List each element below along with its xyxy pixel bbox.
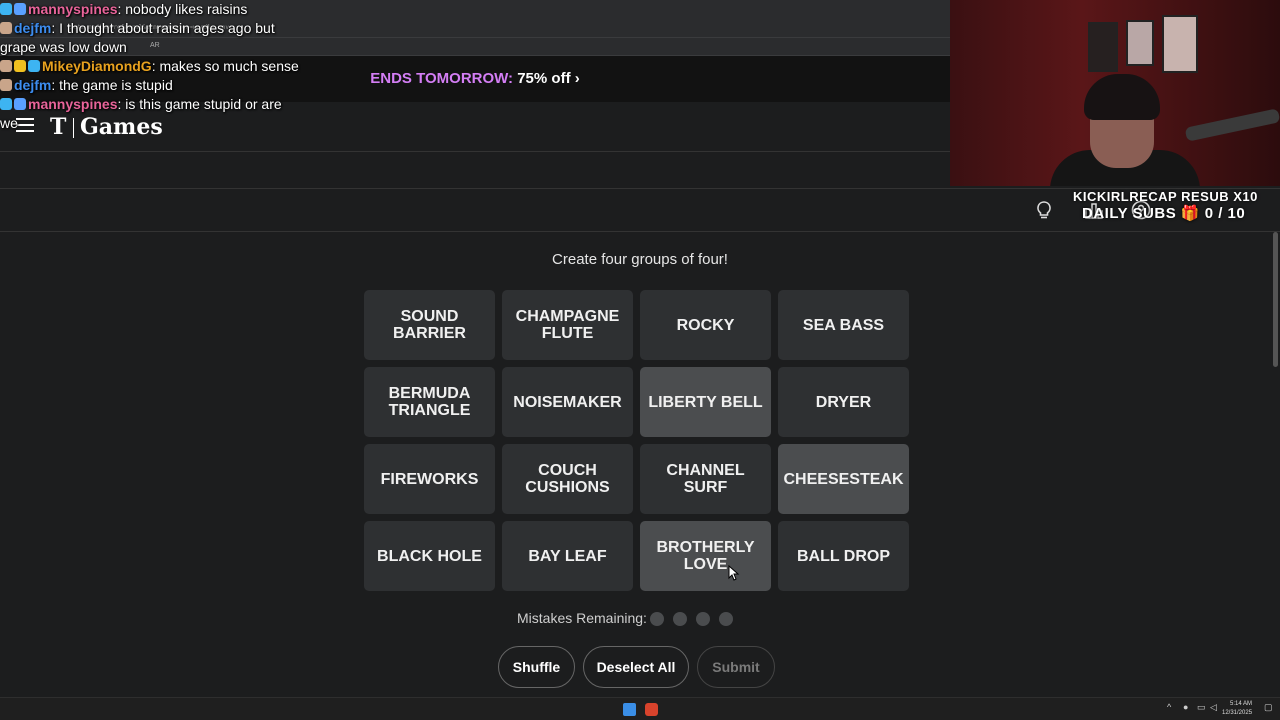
submit-button[interactable]: Submit	[697, 646, 775, 688]
chat-message: dejfm: I thought about raisin ages ago b…	[0, 19, 275, 38]
chat-text: : nobody likes raisins	[117, 1, 248, 17]
word-tile[interactable]: BAY LEAF	[502, 521, 633, 591]
webcam-feed	[950, 0, 1280, 186]
word-tile[interactable]: LIBERTY BELL	[640, 367, 771, 437]
shuffle-button[interactable]: Shuffle	[498, 646, 575, 688]
chat-badge-icon	[0, 98, 12, 110]
word-tile[interactable]: CHAMPAGNE FLUTE	[502, 290, 633, 360]
wall-frame-left	[1088, 22, 1118, 72]
word-tile[interactable]: COUCH CUSHIONS	[502, 444, 633, 514]
chat-message: dejfm: the game is stupid	[0, 76, 173, 95]
start-icon[interactable]	[623, 703, 636, 716]
games-logo[interactable]: Games	[80, 114, 163, 140]
word-tile[interactable]: CHEESESTEAK	[778, 444, 909, 514]
page-scrollbar[interactable]	[1270, 232, 1280, 697]
chat-badge-icon	[0, 79, 12, 91]
chat-username[interactable]: dejfm	[14, 77, 51, 93]
chat-text: : makes so much sense	[151, 58, 299, 74]
word-tile[interactable]: CHANNEL SURF	[640, 444, 771, 514]
bookmarks-bar: AR	[0, 38, 950, 56]
mic-tray-icon[interactable]: ●	[1183, 702, 1188, 712]
taskbar-clock[interactable]: 5:14 AM 12/31/2025	[1222, 700, 1252, 718]
lightbulb-icon[interactable]	[1033, 199, 1055, 221]
chat-username[interactable]: dejfm	[14, 20, 51, 36]
daily-subs-counter: DAILY SUBS 🎁 0 / 10	[1082, 205, 1246, 222]
chat-badge-icon	[0, 22, 12, 34]
nyt-logo[interactable]: T	[50, 114, 66, 140]
word-tile[interactable]: SOUND BARRIER	[364, 290, 495, 360]
chat-text: : I thought about raisin ages ago but	[51, 20, 275, 36]
network-tray-icon[interactable]: ▭	[1197, 702, 1206, 713]
notification-icon[interactable]: ▢	[1264, 702, 1273, 713]
menu-icon[interactable]	[16, 118, 34, 132]
mistakes-label: Mistakes Remaining:	[517, 610, 647, 626]
word-tile[interactable]: DRYER	[778, 367, 909, 437]
chat-text: : is this game stupid or are	[117, 96, 282, 112]
chat-message: mannyspines: is this game stupid or are	[0, 95, 282, 114]
game-instructions: Create four groups of four!	[552, 251, 728, 268]
chat-text: grape was low down	[0, 39, 127, 55]
word-tile[interactable]: BLACK HOLE	[364, 521, 495, 591]
mistake-dot	[673, 612, 687, 626]
volume-tray-icon[interactable]: ◁	[1210, 702, 1217, 713]
word-grid: SOUND BARRIER CHAMPAGNE FLUTE ROCKY SEA BAS…	[364, 290, 910, 591]
scroll-thumb[interactable]	[1273, 232, 1278, 367]
wall-frame-middle	[1126, 20, 1154, 66]
chevron-right-icon: ›	[574, 70, 580, 87]
chat-username[interactable]: MikeyDiamondG	[42, 58, 152, 74]
word-tile[interactable]: SEA BASS	[778, 290, 909, 360]
word-tile[interactable]: BERMUDA TRIANGLE	[364, 367, 495, 437]
deselect-all-button[interactable]: Deselect All	[583, 646, 689, 688]
word-tile[interactable]: ROCKY	[640, 290, 771, 360]
chat-badge-icon	[0, 60, 12, 72]
chat-badge-icon	[14, 60, 26, 72]
bookmark-folder[interactable]: AR	[150, 42, 160, 49]
resub-alert: KICKIRLRECAP RESUB X10	[1073, 189, 1258, 204]
chat-username[interactable]: mannyspines	[28, 1, 117, 17]
word-tile[interactable]: BALL DROP	[778, 521, 909, 591]
clock-date: 12/31/2025	[1222, 710, 1253, 716]
wall-frame-right	[1162, 15, 1198, 73]
brave-browser-icon[interactable]	[645, 703, 658, 716]
chat-username[interactable]: mannyspines	[28, 96, 117, 112]
mistake-dot	[650, 612, 664, 626]
screen: …utm_medium=referral&utm_campaign=wordle…	[0, 0, 1280, 720]
promo-deadline: ENDS TOMORROW:	[370, 70, 514, 87]
chat-text: : the game is stupid	[51, 77, 173, 93]
chat-badge-icon	[0, 3, 12, 15]
windows-taskbar: ^ ● ▭ ◁ 5:14 AM 12/31/2025 ▢	[0, 697, 1280, 720]
chat-badge-icon	[14, 3, 26, 15]
word-tile[interactable]: FIREWORKS	[364, 444, 495, 514]
chat-badge-icon	[14, 98, 26, 110]
tray-chevron-icon[interactable]: ^	[1167, 702, 1171, 712]
mouse-cursor-icon	[728, 565, 740, 581]
clock-time: 5:14 AM	[1230, 701, 1253, 707]
chat-message: grape was low down	[0, 38, 127, 57]
chat-text: we	[0, 115, 18, 131]
word-tile[interactable]: NOISEMAKER	[502, 367, 633, 437]
word-tile[interactable]: BROTHERLY LOVE	[640, 521, 771, 591]
chat-message: mannyspines: nobody likes raisins	[0, 0, 247, 19]
logo-divider	[73, 118, 74, 138]
chat-message: we	[0, 114, 18, 133]
chat-badge-icon	[28, 60, 40, 72]
promo-offer: 75% off	[517, 70, 571, 87]
chat-message: MikeyDiamondG: makes so much sense	[0, 57, 299, 76]
mistake-dot	[696, 612, 710, 626]
mistake-dot	[719, 612, 733, 626]
